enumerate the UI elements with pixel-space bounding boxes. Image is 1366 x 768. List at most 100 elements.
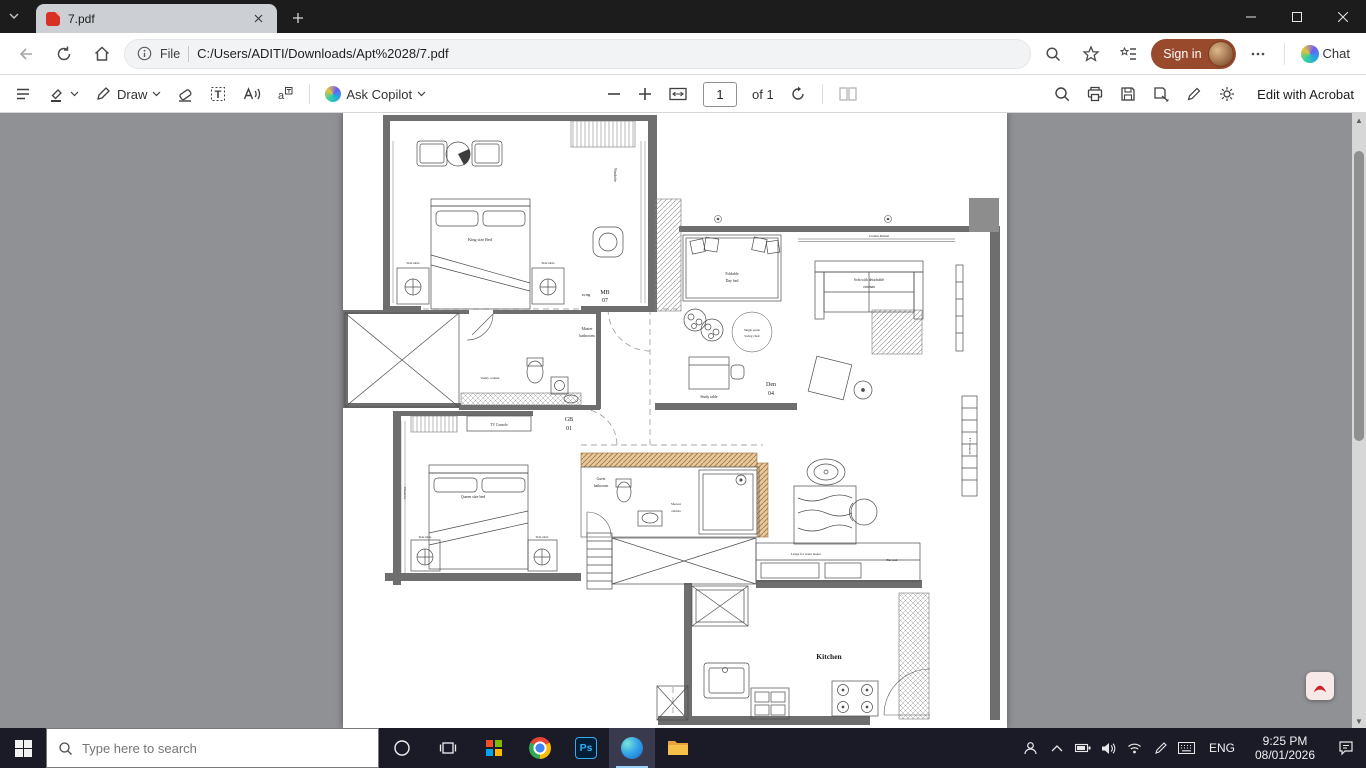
info-icon <box>137 46 152 61</box>
search-document-button[interactable] <box>1053 85 1071 103</box>
label-gb: GB <box>565 417 573 423</box>
refresh-icon <box>57 46 71 60</box>
close-window-button[interactable] <box>1320 0 1366 33</box>
network-button[interactable] <box>1122 728 1148 768</box>
tab-search-button[interactable] <box>0 0 28 33</box>
edge-icon <box>621 737 643 759</box>
label-gb-number: 01 <box>566 426 572 432</box>
minimize-button[interactable] <box>1228 0 1274 33</box>
battery-button[interactable] <box>1070 728 1096 768</box>
microsoft-app-icon <box>486 740 502 756</box>
zoom-in-button[interactable] <box>637 86 653 102</box>
chevron-up-icon <box>1051 745 1063 752</box>
search-icon <box>59 741 72 755</box>
label-den-number: 04 <box>768 391 774 397</box>
taskbar-clock[interactable]: 9:25 PM 08/01/2026 <box>1244 734 1326 762</box>
plus-icon <box>639 88 651 100</box>
pinned-app-button[interactable] <box>471 728 517 768</box>
fit-width-button[interactable] <box>668 85 688 103</box>
edge-button[interactable] <box>609 728 655 768</box>
section-lines <box>383 308 763 719</box>
scroll-down-arrow[interactable]: ▼ <box>1352 714 1366 728</box>
wifi-icon <box>1128 743 1142 754</box>
home-button[interactable] <box>86 38 118 70</box>
label-kitchen: Kitchen <box>816 652 842 661</box>
label-water-heater: Ledge for water heater <box>791 552 822 556</box>
tab-7pdf[interactable]: 7.pdf <box>36 4 277 33</box>
tab-close-button[interactable] <box>249 10 267 28</box>
task-view-button[interactable] <box>425 728 471 768</box>
new-tab-button[interactable] <box>284 4 312 32</box>
cortana-button[interactable] <box>379 728 425 768</box>
save-as-button[interactable] <box>1152 85 1170 103</box>
pdf-content-area: King size Bed Side table Side table Ward… <box>0 113 1366 728</box>
draw-button[interactable]: Draw <box>94 85 161 103</box>
page-number-input[interactable] <box>703 81 737 107</box>
refresh-button[interactable] <box>48 38 80 70</box>
hidden-icons-button[interactable] <box>1044 728 1070 768</box>
zoom-out-button[interactable] <box>606 86 622 102</box>
pen-button[interactable] <box>1148 728 1174 768</box>
copilot-icon <box>325 86 342 102</box>
people-button[interactable] <box>1018 728 1044 768</box>
sign-in-button[interactable]: Sign in <box>1151 38 1236 69</box>
signature-button[interactable] <box>1185 85 1203 103</box>
translate-button[interactable]: a <box>276 85 294 103</box>
pdf-settings-button[interactable] <box>1218 85 1236 103</box>
label-master-bath: Master <box>581 326 593 331</box>
print-button[interactable] <box>1086 85 1104 103</box>
taskbar-search[interactable] <box>46 728 379 768</box>
pdf-toolbar-center: of 1 <box>606 75 858 113</box>
language-indicator[interactable]: ENG <box>1200 741 1244 755</box>
read-aloud-button[interactable] <box>242 85 261 103</box>
chrome-button[interactable] <box>517 728 563 768</box>
favorites-bar-button[interactable] <box>1113 38 1145 70</box>
page-view-button[interactable] <box>838 85 858 103</box>
contents-button[interactable] <box>14 85 32 103</box>
label-swing: swing <box>582 293 591 297</box>
favorites-button[interactable] <box>1075 38 1107 70</box>
settings-menu-button[interactable] <box>1242 38 1274 70</box>
touch-keyboard-button[interactable] <box>1174 728 1200 768</box>
volume-button[interactable] <box>1096 728 1122 768</box>
acrobat-fab-button[interactable] <box>1306 672 1334 700</box>
chevron-down-icon <box>152 91 161 97</box>
label-wardrobe: Wardrobe <box>613 168 617 182</box>
erase-button[interactable] <box>176 85 194 103</box>
action-center-icon <box>1339 741 1353 756</box>
label-shower: Shower <box>671 502 682 506</box>
action-center-button[interactable] <box>1326 728 1366 768</box>
minus-icon <box>608 93 620 95</box>
maximize-button[interactable] <box>1274 0 1320 33</box>
taskbar-search-input[interactable] <box>82 740 367 756</box>
task-view-icon <box>439 742 457 754</box>
label-king-bed: King size Bed <box>468 237 493 242</box>
address-bar[interactable]: File C:/Users/ADITI/Downloads/Apt%2028/7… <box>124 38 1032 69</box>
file-explorer-button[interactable] <box>655 728 701 768</box>
system-tray: ENG 9:25 PM 08/01/2026 <box>1018 728 1366 768</box>
battery-icon <box>1074 743 1091 753</box>
scroll-up-arrow[interactable]: ▲ <box>1352 113 1366 127</box>
scrollbar-thumb[interactable] <box>1354 151 1364 441</box>
vertical-scrollbar[interactable]: ▲ ▼ <box>1352 113 1366 728</box>
label-day-bed: Foldable <box>725 272 739 276</box>
eraser-icon <box>179 89 192 102</box>
rotate-button[interactable] <box>789 85 807 103</box>
print-icon <box>1088 86 1103 102</box>
start-button[interactable] <box>0 728 46 768</box>
ask-copilot-button[interactable]: Ask Copilot <box>325 86 426 102</box>
fit-width-icon <box>669 87 687 101</box>
home-icon <box>94 45 110 61</box>
cortana-icon <box>394 740 410 756</box>
window-controls <box>1228 0 1366 33</box>
save-button[interactable] <box>1119 85 1137 103</box>
back-button[interactable] <box>10 38 42 70</box>
highlight-button[interactable] <box>47 85 79 103</box>
zoom-page-button[interactable] <box>1037 38 1069 70</box>
folder-icon <box>668 741 688 755</box>
edit-with-acrobat-button[interactable]: Edit with Acrobat <box>1257 87 1354 102</box>
chat-label: Chat <box>1322 46 1350 61</box>
text-select-button[interactable]: T <box>209 85 227 103</box>
copilot-chat-button[interactable]: Chat <box>1295 38 1356 70</box>
photoshop-button[interactable]: Ps <box>563 728 609 768</box>
